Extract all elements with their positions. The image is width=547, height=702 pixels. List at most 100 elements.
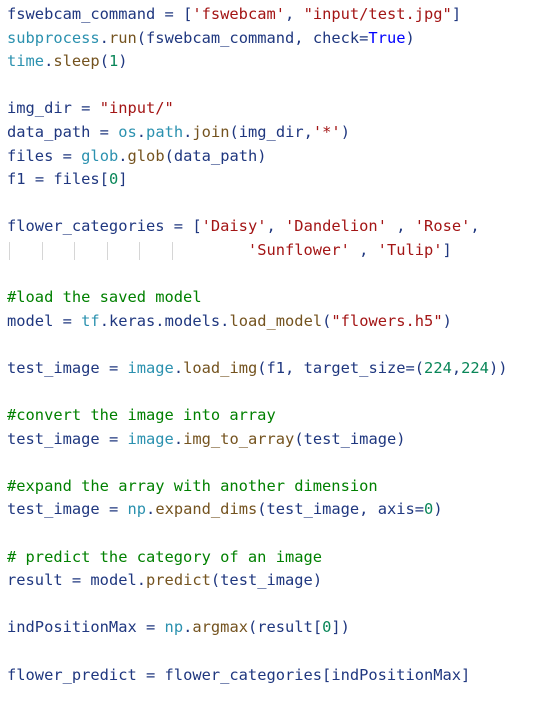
code-token: , bbox=[470, 217, 480, 236]
code-line: flower_categories = ['Daisy', 'Dandelion… bbox=[0, 215, 547, 239]
code-token: . bbox=[173, 358, 184, 377]
indent-guide bbox=[139, 241, 141, 260]
code-line: 'Sunflower' , 'Tulip'] bbox=[0, 239, 547, 263]
code-line: result = model.predict(test_image) bbox=[0, 569, 547, 593]
code-token: , bbox=[349, 240, 378, 259]
code-token: ) bbox=[118, 52, 128, 71]
code-token: model bbox=[7, 311, 54, 330]
code-line: flower_predict = flower_categories[indPo… bbox=[0, 664, 547, 688]
code-token: 'fswebcam' bbox=[192, 5, 286, 23]
code-line: #convert the image into array bbox=[0, 404, 547, 428]
code-token: = bbox=[71, 99, 100, 118]
code-token: 0 bbox=[108, 170, 119, 189]
code-lines: fswebcam_command = ['fswebcam', "input/t… bbox=[0, 3, 547, 687]
code-token: , bbox=[266, 217, 286, 236]
code-comment: #load the saved model bbox=[7, 288, 202, 307]
code-token: (f1, target_size=( bbox=[257, 358, 425, 377]
code-token: data_path bbox=[7, 122, 91, 141]
code-token: = flower_categories[indPositionMax] bbox=[136, 665, 471, 684]
code-token: img_to_array bbox=[183, 429, 295, 448]
code-editor[interactable]: fswebcam_command = ['fswebcam', "input/t… bbox=[0, 0, 547, 702]
code-token: (test_image) bbox=[210, 571, 323, 590]
code-line: data_path = os.path.join(img_dir,'*') bbox=[0, 121, 547, 145]
code-line: files = glob.glob(data_path) bbox=[0, 145, 547, 169]
code-token: = bbox=[99, 500, 128, 519]
code-token: )) bbox=[488, 358, 508, 377]
code-token: run bbox=[108, 28, 137, 47]
code-token: = bbox=[99, 358, 128, 377]
code-token: test_image bbox=[7, 500, 100, 519]
code-token: 'Tulip' bbox=[377, 240, 443, 259]
code-token: img_dir bbox=[7, 99, 72, 118]
code-comment: #expand the array with another dimension bbox=[7, 476, 378, 495]
code-token: = bbox=[53, 146, 82, 165]
code-token: , bbox=[285, 5, 304, 23]
code-token: argmax bbox=[192, 618, 248, 637]
code-token: '*' bbox=[312, 122, 341, 141]
indent-guide bbox=[74, 241, 76, 260]
code-token: = bbox=[99, 429, 128, 448]
code-token: . bbox=[99, 28, 109, 47]
code-token: , bbox=[451, 358, 462, 377]
code-token: True bbox=[368, 28, 406, 47]
code-line: test_image = image.img_to_array(test_ima… bbox=[0, 428, 547, 452]
code-token: .keras.models. bbox=[99, 311, 230, 330]
code-token: . bbox=[173, 429, 184, 448]
code-token: ) bbox=[433, 500, 443, 519]
code-token: 'Dandelion' bbox=[285, 217, 387, 236]
code-token: ) bbox=[405, 28, 415, 47]
indent-guide bbox=[41, 241, 43, 260]
code-token: ) bbox=[442, 311, 452, 330]
code-token: image bbox=[127, 358, 174, 377]
indent-guide bbox=[9, 241, 10, 260]
code-line: #load the saved model bbox=[0, 286, 547, 310]
code-token: 0 bbox=[424, 500, 434, 519]
code-token: = model. bbox=[62, 571, 147, 590]
code-token: "flowers.h5" bbox=[331, 311, 443, 330]
code-line: f1 = files[0] bbox=[0, 168, 547, 192]
code-line: subprocess.run(fswebcam_command, check=T… bbox=[0, 27, 547, 51]
code-line: test_image = image.load_img(f1, target_s… bbox=[0, 357, 547, 381]
code-token: ]) bbox=[331, 618, 350, 637]
code-token: flower_categories bbox=[7, 217, 165, 236]
code-token: join bbox=[192, 122, 230, 141]
code-token: = [ bbox=[164, 217, 202, 236]
code-token: np bbox=[127, 500, 147, 519]
indent-guide bbox=[106, 241, 108, 260]
code-line: #expand the array with another dimension bbox=[0, 475, 547, 499]
code-token: . bbox=[146, 500, 156, 519]
code-token: (data_path) bbox=[164, 146, 267, 165]
code-line: img_dir = "input/" bbox=[0, 97, 547, 121]
code-token: ( bbox=[322, 311, 332, 330]
code-token: , bbox=[386, 217, 415, 236]
code-token: . bbox=[183, 122, 193, 141]
code-line: time.sleep(1) bbox=[0, 50, 547, 74]
code-token: fswebcam_command bbox=[7, 5, 156, 23]
code-token: sleep bbox=[53, 52, 100, 71]
code-token: load_img bbox=[183, 358, 258, 377]
code-token: glob bbox=[81, 146, 119, 165]
code-token: os bbox=[118, 122, 137, 141]
code-token: 224 bbox=[461, 358, 489, 377]
code-token: expand_dims bbox=[155, 500, 258, 519]
code-token: . bbox=[118, 146, 128, 165]
code-token: ] bbox=[442, 240, 452, 259]
code-token: = bbox=[136, 618, 165, 637]
code-line: indPositionMax = np.argmax(result[0]) bbox=[0, 616, 547, 640]
code-token: subprocess bbox=[7, 28, 100, 47]
indent-guide bbox=[172, 241, 173, 260]
code-token: predict bbox=[146, 571, 211, 590]
code-token: = bbox=[53, 311, 82, 330]
code-token: 224 bbox=[424, 358, 452, 377]
code-token: glob bbox=[127, 146, 165, 165]
code-token: image bbox=[127, 429, 174, 448]
code-line: model = tf.keras.models.load_model("flow… bbox=[0, 310, 547, 334]
code-token: load_model bbox=[229, 311, 323, 330]
code-token: ) bbox=[340, 122, 350, 141]
